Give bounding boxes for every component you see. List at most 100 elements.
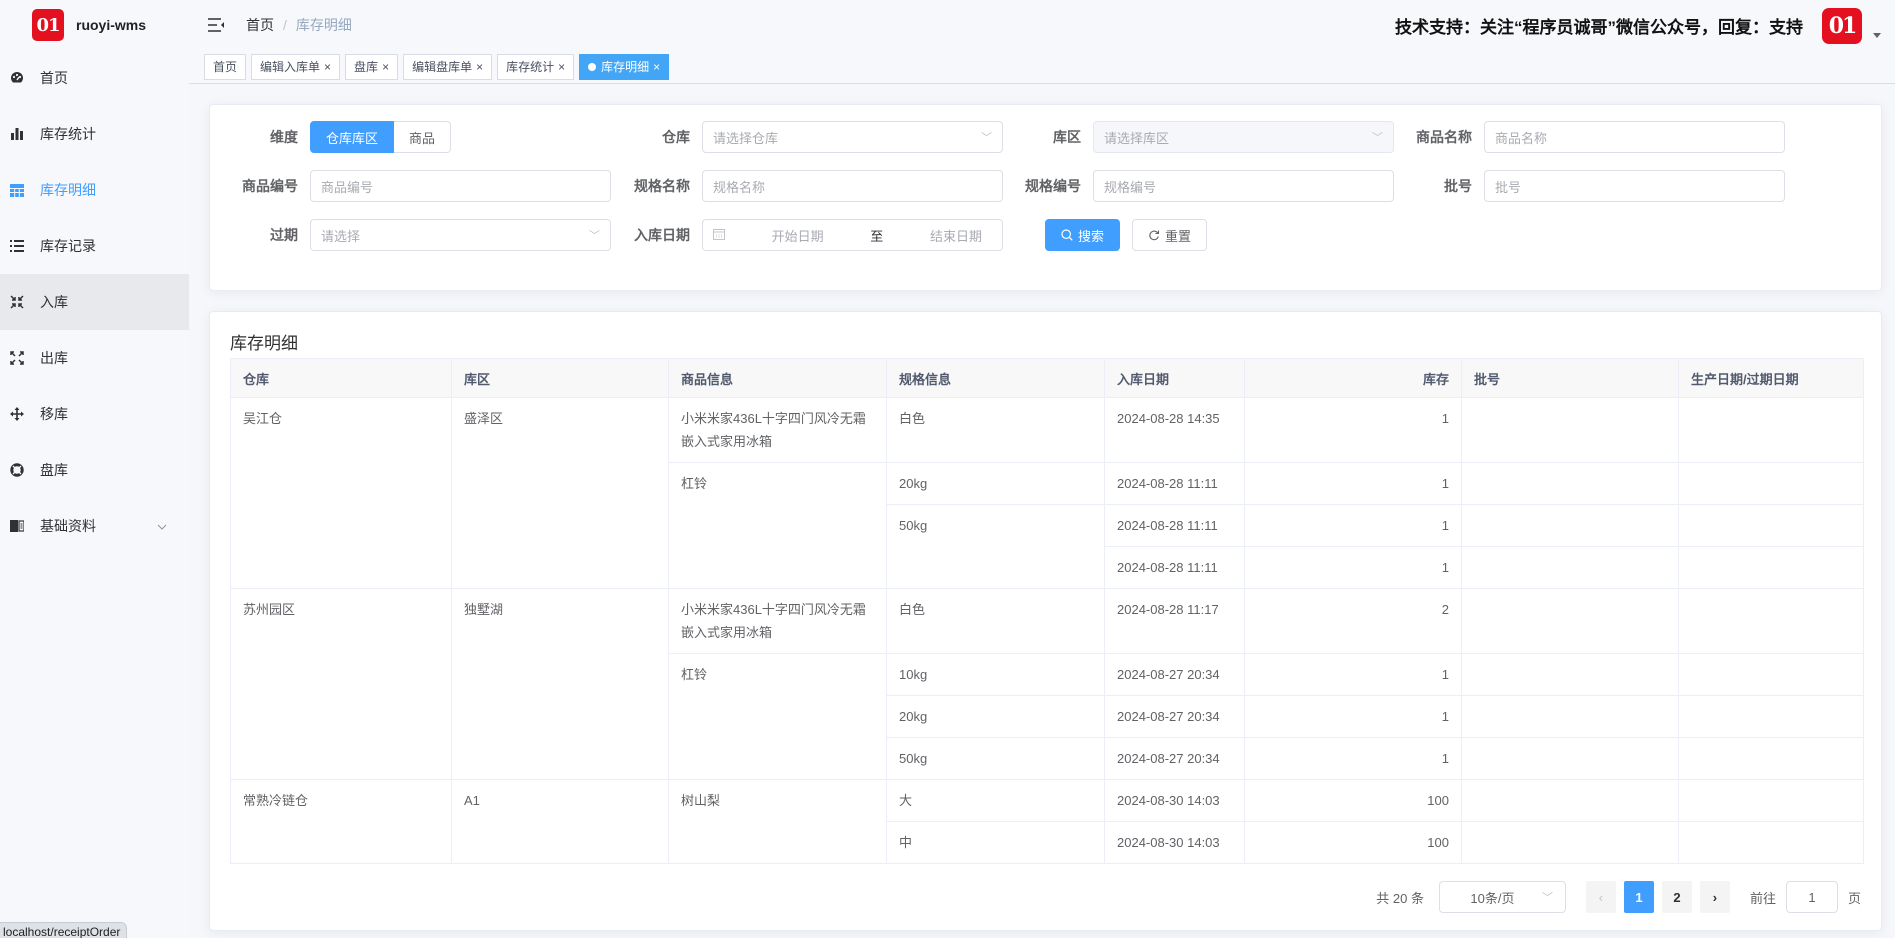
tag-edit-receipt[interactable]: 编辑入库单 × bbox=[251, 53, 341, 80]
cell-batch bbox=[1461, 695, 1679, 738]
logo-icon: 01 bbox=[32, 9, 64, 41]
list-icon bbox=[9, 238, 25, 254]
cell-batch bbox=[1461, 737, 1679, 780]
item-name-placeholder: 商品名称 bbox=[1495, 130, 1548, 146]
close-icon[interactable]: × bbox=[476, 55, 483, 79]
sidebar-item-basic-data[interactable]: 基础资料 bbox=[0, 498, 189, 554]
cell-sku: 大 bbox=[886, 779, 1105, 822]
column-header[interactable]: 生产日期/过期日期 bbox=[1678, 358, 1864, 398]
expiry-select[interactable]: 请选择 ﹀ bbox=[310, 219, 611, 251]
tag-edit-check-order[interactable]: 编辑盘库单 × bbox=[403, 53, 493, 80]
sku-code-placeholder: 规格编号 bbox=[1104, 179, 1157, 195]
cell-sku: 白色 bbox=[886, 397, 1105, 463]
page-button-2[interactable]: 2 bbox=[1661, 881, 1692, 913]
cell-date: 2024-08-28 11:11 bbox=[1104, 462, 1245, 505]
goto-page-input[interactable]: 1 bbox=[1785, 881, 1838, 913]
hamburger-icon[interactable] bbox=[206, 15, 226, 35]
sku-name-input[interactable]: 规格名称 bbox=[702, 170, 1003, 202]
close-icon[interactable]: × bbox=[653, 55, 660, 79]
cell-warehouse: 常熟冷链仓 bbox=[230, 779, 452, 864]
receipt-date-range[interactable]: 开始日期 至 结束日期 bbox=[702, 219, 1003, 251]
sidebar-item-stock-stats[interactable]: 库存统计 bbox=[0, 106, 189, 162]
sku-code-input[interactable]: 规格编号 bbox=[1093, 170, 1394, 202]
tag-home[interactable]: 首页 bbox=[204, 53, 247, 80]
prev-page-button[interactable]: ‹ bbox=[1585, 881, 1616, 913]
sidebar-item-label: 移库 bbox=[40, 406, 68, 422]
page-button-1[interactable]: 1 bbox=[1623, 881, 1654, 913]
column-header[interactable]: 商品信息 bbox=[668, 358, 887, 398]
tag-stock-detail[interactable]: 库存明细 × bbox=[579, 53, 670, 80]
close-icon[interactable]: × bbox=[382, 55, 389, 79]
dimension-option-item[interactable]: 商品 bbox=[394, 121, 452, 153]
expiry-placeholder: 请选择 bbox=[321, 228, 361, 244]
tag-stock-stats[interactable]: 库存统计 × bbox=[497, 53, 575, 80]
cell-item: 小米米家436L十字四门风冷无霜嵌入式家用冰箱 bbox=[668, 397, 887, 463]
column-header[interactable]: 入库日期 bbox=[1104, 358, 1245, 398]
cell-prod-exp bbox=[1678, 821, 1864, 864]
cell-sku: 白色 bbox=[886, 588, 1105, 654]
column-header[interactable]: 库存 bbox=[1244, 358, 1462, 398]
sidebar-item-receipt[interactable]: 入库 bbox=[0, 274, 189, 330]
next-page-button[interactable]: › bbox=[1699, 881, 1730, 913]
support-text: 技术支持：关注“程序员诚哥”微信公众号，回复：支持 bbox=[1395, 18, 1803, 37]
page-size-select[interactable]: 10条/页 ﹀ bbox=[1438, 881, 1566, 913]
cell-date: 2024-08-28 14:35 bbox=[1104, 397, 1245, 463]
column-header[interactable]: 仓库 bbox=[230, 358, 452, 398]
tag-label: 编辑盘库单 bbox=[412, 59, 473, 74]
filter-sku-code: 规格编号 规格编号 bbox=[1013, 170, 1394, 202]
search-button[interactable]: 搜索 bbox=[1045, 219, 1121, 251]
sidebar-item-home[interactable]: 首页 bbox=[0, 50, 189, 106]
dimension-option-warehouse-area[interactable]: 仓库库区 bbox=[310, 121, 395, 153]
column-header[interactable]: 库区 bbox=[451, 358, 669, 398]
sidebar-item-inventory-check[interactable]: 盘库 bbox=[0, 442, 189, 498]
cell-qty: 100 bbox=[1244, 779, 1462, 822]
search-actions: 搜索 重置 bbox=[1045, 219, 1208, 251]
breadcrumb: 首页 / 库存明细 bbox=[246, 15, 352, 35]
warehouse-select[interactable]: 请选择仓库 ﹀ bbox=[702, 121, 1003, 153]
cell-prod-exp bbox=[1678, 653, 1864, 696]
chevron-down-icon: ﹀ bbox=[589, 230, 600, 242]
receipt-date-label: 入库日期 bbox=[634, 227, 690, 243]
cell-item: 小米米家436L十字四门风冷无霜嵌入式家用冰箱 bbox=[668, 588, 887, 654]
filter-item-code: 商品编号 商品编号 bbox=[230, 170, 611, 202]
area-select[interactable]: 请选择库区 ﹀ bbox=[1093, 121, 1394, 153]
item-code-input[interactable]: 商品编号 bbox=[310, 170, 611, 202]
caret-down-icon[interactable] bbox=[1873, 33, 1881, 38]
sidebar-item-label: 库存明细 bbox=[40, 182, 96, 198]
column-header[interactable]: 规格信息 bbox=[886, 358, 1105, 398]
cell-batch bbox=[1461, 588, 1679, 654]
tag-inventory-check[interactable]: 盘库 × bbox=[345, 53, 399, 80]
chevron-down-icon: ﹀ bbox=[1372, 132, 1383, 144]
expand-arrows-icon bbox=[9, 350, 25, 366]
item-name-input[interactable]: 商品名称 bbox=[1484, 121, 1785, 153]
sidebar-item-label: 基础资料 bbox=[40, 518, 96, 534]
tag-label: 盘库 bbox=[354, 59, 379, 74]
item-code-placeholder: 商品编号 bbox=[321, 179, 374, 195]
cell-qty: 1 bbox=[1244, 737, 1462, 780]
sidebar-item-stock-detail[interactable]: 库存明细 bbox=[0, 162, 189, 218]
cell-prod-exp bbox=[1678, 737, 1864, 780]
logo[interactable]: 01 ruoyi-wms bbox=[0, 0, 189, 50]
filter-expiry: 过期 请选择 ﹀ bbox=[230, 219, 611, 251]
cell-batch bbox=[1461, 504, 1679, 547]
close-icon[interactable]: × bbox=[324, 55, 331, 79]
cell-prod-exp bbox=[1678, 546, 1864, 589]
close-icon[interactable]: × bbox=[558, 55, 565, 79]
avatar[interactable]: 01 bbox=[1822, 8, 1862, 44]
area-label: 库区 bbox=[1053, 129, 1081, 145]
cell-sku: 50kg bbox=[886, 504, 1105, 589]
reset-button[interactable]: 重置 bbox=[1132, 219, 1208, 251]
sidebar-item-stock-records[interactable]: 库存记录 bbox=[0, 218, 189, 274]
sidebar-item-movement[interactable]: 移库 bbox=[0, 386, 189, 442]
column-header[interactable]: 批号 bbox=[1461, 358, 1679, 398]
end-date-input[interactable]: 结束日期 bbox=[930, 226, 982, 245]
cell-qty: 1 bbox=[1244, 695, 1462, 738]
goto-page: 前往 1 页 bbox=[1750, 881, 1861, 913]
sidebar-item-shipment[interactable]: 出库 bbox=[0, 330, 189, 386]
browser-status-url: localhost/receiptOrder bbox=[0, 922, 128, 938]
expiry-label: 过期 bbox=[270, 227, 298, 243]
start-date-input[interactable]: 开始日期 bbox=[772, 226, 824, 245]
breadcrumb-home[interactable]: 首页 bbox=[246, 15, 274, 35]
cell-qty: 1 bbox=[1244, 504, 1462, 547]
batch-input[interactable]: 批号 bbox=[1484, 170, 1785, 202]
